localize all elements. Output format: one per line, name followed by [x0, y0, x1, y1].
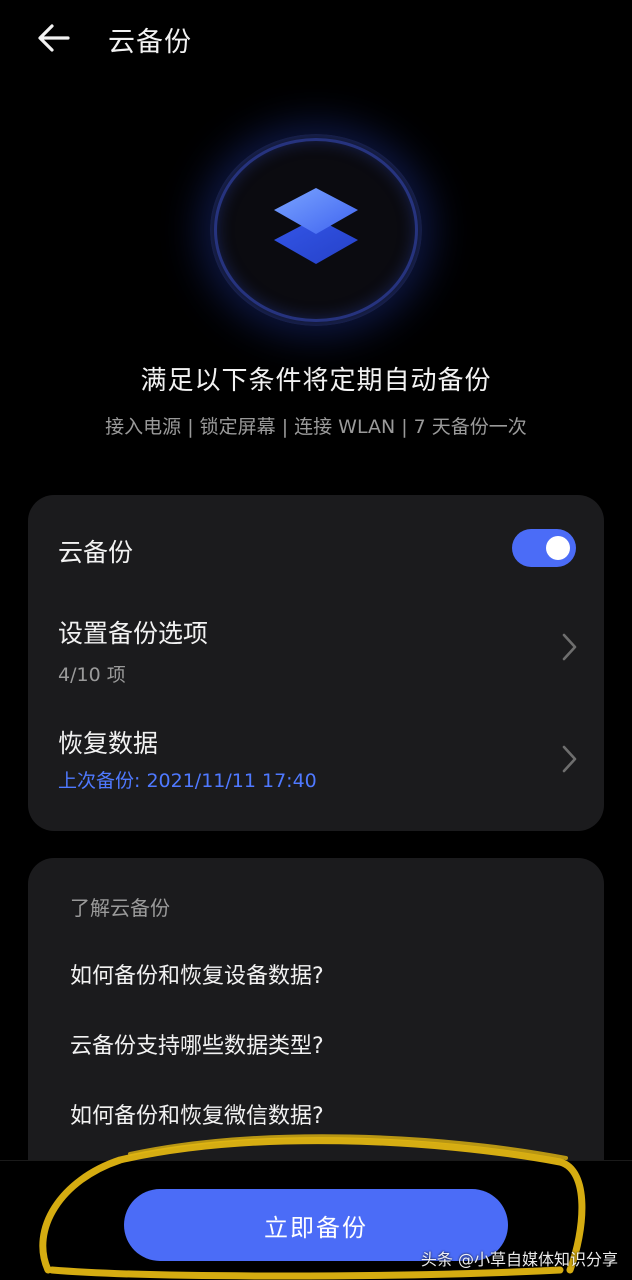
auto-backup-headline: 满足以下条件将定期自动备份 [140, 366, 492, 396]
cloud-backup-label: 云备份 [58, 538, 134, 567]
watermark-text: 头条 @小草自媒体知识分享 [420, 1250, 618, 1269]
restore-data-label: 恢复数据 [58, 729, 159, 758]
auto-backup-conditions: 接入电源 | 锁定屏幕 | 连接 WLAN | 7 天备份一次 [105, 416, 527, 438]
chevron-right-icon [562, 633, 577, 661]
page-title: 云备份 [108, 27, 192, 58]
toggle-knob [546, 536, 570, 560]
faq-link[interactable]: 如何备份和恢复微信数据? [70, 1098, 324, 1130]
cloud-backup-screen: 云备份 满足以下条件将定期自动备份 接入电源 | 锁定屏幕 | 连接 WLAN … [0, 0, 632, 1280]
cloud-backup-layers-icon [268, 182, 364, 276]
cloud-backup-row[interactable]: 云备份 [28, 495, 604, 600]
learn-section-title: 了解云备份 [70, 896, 170, 920]
backup-options-label: 设置备份选项 [58, 619, 209, 648]
faq-link[interactable]: 如何备份和恢复设备数据? [70, 958, 324, 990]
app-header: 云备份 [0, 0, 632, 80]
chevron-right-icon [562, 745, 577, 773]
faq-link[interactable]: 云备份支持哪些数据类型? [70, 1028, 324, 1060]
backup-options-count: 4/10 项 [58, 664, 126, 686]
cloud-backup-toggle[interactable] [512, 529, 576, 567]
last-backup-time: 上次备份: 2021/11/11 17:40 [58, 770, 317, 792]
backup-options-row[interactable]: 设置备份选项 4/10 项 [28, 600, 604, 710]
backup-settings-card: 云备份 设置备份选项 4/10 项 恢复数据 上次备份: 2021/11/11 … [28, 495, 604, 831]
back-button[interactable] [32, 18, 80, 58]
back-arrow-icon [38, 24, 70, 52]
restore-data-row[interactable]: 恢复数据 上次备份: 2021/11/11 17:40 [28, 710, 604, 820]
